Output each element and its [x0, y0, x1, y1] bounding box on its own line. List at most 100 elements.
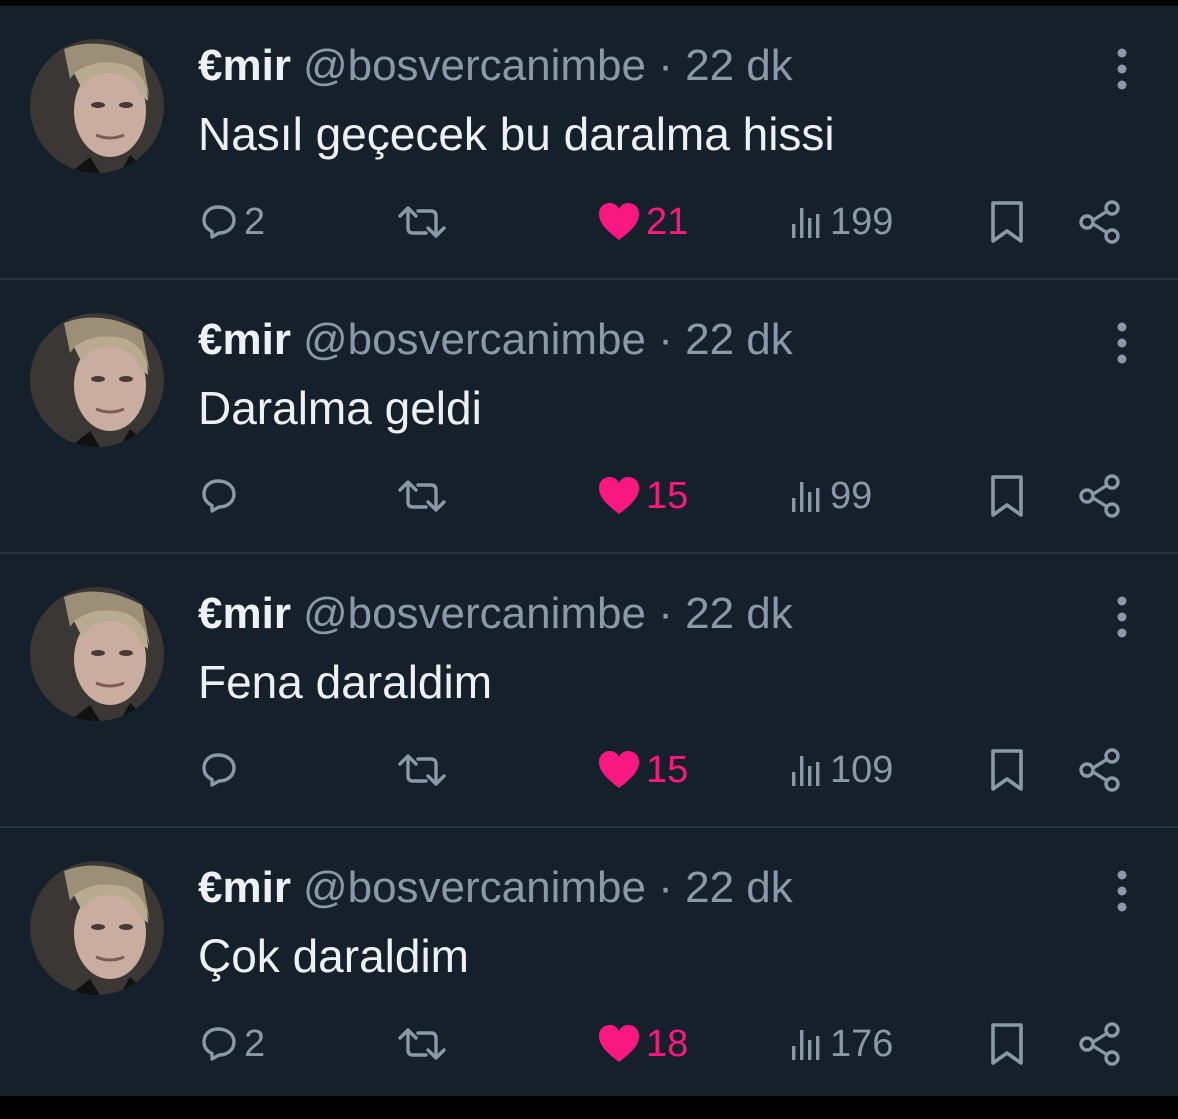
tweet[interactable]: €mir @bosvercanimbe · 22 dk Fena daraldim — [0, 554, 1178, 828]
avatar[interactable] — [30, 861, 164, 995]
bookmark-button[interactable] — [984, 466, 1030, 526]
like-button[interactable]: 15 — [596, 466, 688, 526]
bookmark-button[interactable] — [984, 740, 1030, 800]
dot-separator: · — [658, 589, 673, 638]
bar-chart-icon — [792, 208, 820, 238]
share-button[interactable] — [1074, 192, 1126, 252]
speech-bubble-icon — [202, 479, 236, 513]
like-count: 15 — [646, 748, 689, 791]
view-count: 176 — [830, 1022, 894, 1065]
timestamp[interactable]: 22 dk — [685, 863, 793, 912]
retweet-button[interactable] — [394, 466, 450, 526]
bookmark-button[interactable] — [984, 1014, 1030, 1074]
tweet-text: Nasıl geçecek bu daralma hissi — [198, 108, 835, 160]
bar-chart-icon — [792, 756, 820, 786]
share-nodes-icon — [1079, 474, 1120, 518]
display-name[interactable]: €mir — [198, 315, 291, 364]
vertical-dots-icon — [1117, 48, 1127, 90]
share-nodes-icon — [1079, 1022, 1120, 1066]
reply-count: 2 — [244, 1022, 266, 1065]
retweet-arrows-icon — [398, 480, 446, 512]
more-options-button[interactable] — [1104, 44, 1140, 94]
like-count: 18 — [646, 1022, 689, 1065]
timestamp[interactable]: 22 dk — [685, 315, 793, 364]
views-button[interactable]: 199 — [786, 192, 893, 252]
avatar[interactable] — [30, 313, 164, 447]
reply-button[interactable] — [198, 740, 244, 800]
like-count: 21 — [646, 200, 689, 243]
views-button[interactable]: 176 — [786, 1014, 893, 1074]
reply-button[interactable]: 2 — [198, 192, 265, 252]
speech-bubble-icon — [202, 753, 236, 787]
tweet-text: Fena daraldim — [198, 656, 493, 708]
like-count: 15 — [646, 474, 689, 517]
dot-separator: · — [658, 315, 673, 364]
tweet-text: Daralma geldi — [198, 382, 482, 434]
more-options-button[interactable] — [1104, 866, 1140, 916]
tweet-actions: 15 109 — [0, 740, 1178, 800]
reply-button[interactable]: 2 — [198, 1014, 265, 1074]
heart-filled-icon — [599, 751, 639, 788]
user-handle[interactable]: @bosvercanimbe — [303, 41, 646, 90]
retweet-arrows-icon — [398, 206, 446, 238]
avatar[interactable] — [30, 587, 164, 721]
like-button[interactable]: 21 — [596, 192, 688, 252]
timestamp[interactable]: 22 dk — [685, 41, 793, 90]
tweet-actions: 2 21 199 — [0, 192, 1178, 252]
view-count: 199 — [830, 200, 894, 243]
user-handle[interactable]: @bosvercanimbe — [303, 315, 646, 364]
view-count: 99 — [830, 474, 873, 517]
bar-chart-icon — [792, 482, 820, 512]
retweet-button[interactable] — [394, 740, 450, 800]
display-name[interactable]: €mir — [198, 41, 291, 90]
retweet-arrows-icon — [398, 754, 446, 786]
tweet[interactable]: €mir @bosvercanimbe · 22 dk Daralma geldi — [0, 280, 1178, 554]
bookmark-button[interactable] — [984, 192, 1030, 252]
tweet-actions: 15 99 — [0, 466, 1178, 526]
vertical-dots-icon — [1117, 322, 1127, 364]
tweet-header: €mir @bosvercanimbe · 22 dk — [198, 36, 793, 96]
share-button[interactable] — [1074, 466, 1126, 526]
avatar[interactable] — [30, 39, 164, 173]
heart-filled-icon — [599, 477, 639, 514]
user-handle[interactable]: @bosvercanimbe — [303, 863, 646, 912]
share-nodes-icon — [1079, 200, 1120, 244]
heart-filled-icon — [599, 203, 639, 240]
tweet-text: Çok daraldim — [198, 930, 469, 982]
heart-filled-icon — [599, 1025, 639, 1062]
tweet-actions: 2 18 176 — [0, 1014, 1178, 1074]
dot-separator: · — [658, 41, 673, 90]
bookmark-icon — [991, 201, 1023, 243]
tweet[interactable]: €mir @bosvercanimbe · 22 dk Çok daraldim … — [0, 828, 1178, 1102]
share-button[interactable] — [1074, 740, 1126, 800]
more-options-button[interactable] — [1104, 318, 1140, 368]
bar-chart-icon — [792, 1030, 820, 1060]
view-count: 109 — [830, 748, 894, 791]
share-button[interactable] — [1074, 1014, 1126, 1074]
views-button[interactable]: 99 — [786, 466, 872, 526]
speech-bubble-icon — [202, 205, 236, 239]
tweet-header: €mir @bosvercanimbe · 22 dk — [198, 584, 793, 644]
tweet[interactable]: €mir @bosvercanimbe · 22 dk Nasıl geçecek… — [0, 6, 1178, 280]
display-name[interactable]: €mir — [198, 863, 291, 912]
timestamp[interactable]: 22 dk — [685, 589, 793, 638]
like-button[interactable]: 15 — [596, 740, 688, 800]
views-button[interactable]: 109 — [786, 740, 893, 800]
reply-count: 2 — [244, 200, 266, 243]
display-name[interactable]: €mir — [198, 589, 291, 638]
bookmark-icon — [991, 749, 1023, 791]
more-options-button[interactable] — [1104, 592, 1140, 642]
retweet-button[interactable] — [394, 192, 450, 252]
tweet-header: €mir @bosvercanimbe · 22 dk — [198, 858, 793, 918]
user-handle[interactable]: @bosvercanimbe — [303, 589, 646, 638]
bookmark-icon — [991, 1023, 1023, 1065]
tweet-header: €mir @bosvercanimbe · 22 dk — [198, 310, 793, 370]
speech-bubble-icon — [202, 1027, 236, 1061]
retweet-button[interactable] — [394, 1014, 450, 1074]
vertical-dots-icon — [1117, 870, 1127, 912]
dot-separator: · — [658, 863, 673, 912]
retweet-arrows-icon — [398, 1028, 446, 1060]
timeline: €mir @bosvercanimbe · 22 dk Nasıl geçecek… — [0, 6, 1178, 1096]
like-button[interactable]: 18 — [596, 1014, 688, 1074]
reply-button[interactable] — [198, 466, 244, 526]
